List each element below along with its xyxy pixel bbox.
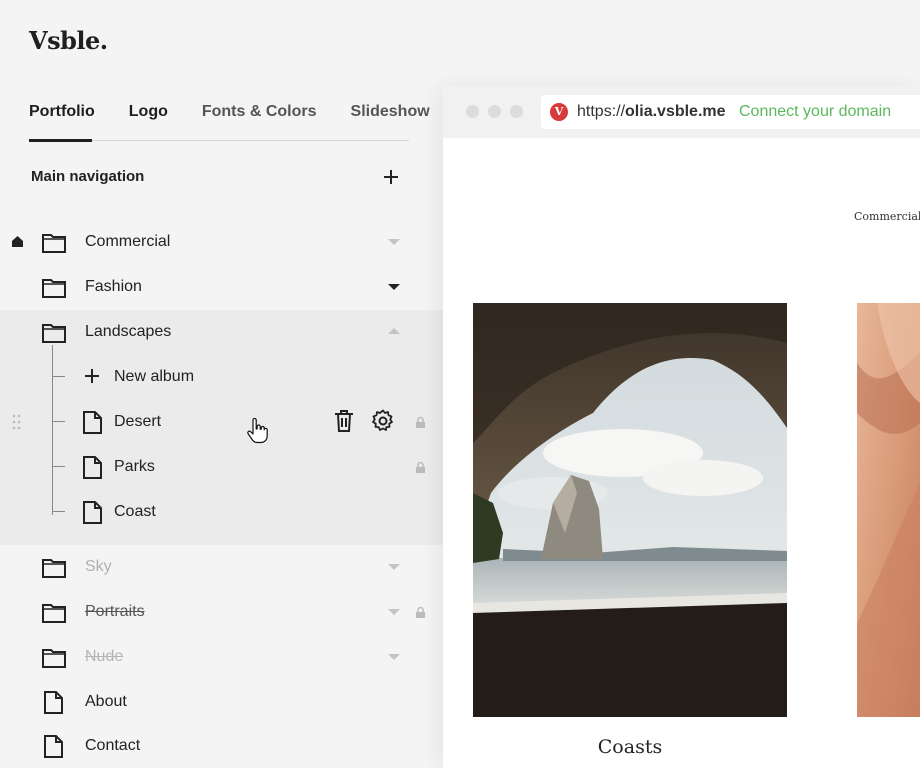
nav-item-label: Contact bbox=[85, 737, 141, 754]
trash-icon[interactable] bbox=[334, 410, 354, 432]
lock-icon bbox=[416, 417, 425, 428]
nav-item-coast[interactable]: Coast bbox=[0, 490, 443, 534]
connect-domain-link[interactable]: Connect your domain bbox=[739, 103, 891, 121]
plus-icon bbox=[85, 369, 99, 383]
folder-icon bbox=[42, 649, 66, 668]
nav-item-contact[interactable]: Contact bbox=[0, 724, 443, 768]
album-cover-image[interactable] bbox=[857, 303, 920, 717]
lock-icon bbox=[416, 607, 425, 618]
new-album-label: New album bbox=[114, 368, 195, 385]
chevron-down-icon[interactable] bbox=[388, 239, 400, 245]
chevron-down-icon[interactable] bbox=[388, 284, 400, 290]
tab-portfolio[interactable]: Portfolio bbox=[29, 100, 95, 142]
nav-item-portraits[interactable]: Portraits bbox=[0, 590, 443, 634]
site-url[interactable]: https://olia.vsble.me bbox=[577, 103, 726, 121]
desert-photo bbox=[857, 303, 920, 717]
page-icon bbox=[44, 735, 63, 758]
page-icon bbox=[83, 456, 102, 479]
nav-item-label: Sky bbox=[85, 558, 112, 575]
active-tab-indicator bbox=[29, 139, 92, 142]
hand-cursor-icon bbox=[247, 418, 268, 444]
nav-item-label: Coast bbox=[114, 503, 156, 520]
nav-item-label: Portraits bbox=[85, 603, 145, 620]
page-icon bbox=[83, 411, 102, 434]
folder-icon bbox=[42, 279, 66, 298]
nav-item-parks[interactable]: Parks bbox=[0, 445, 443, 489]
browser-chrome: V https://olia.vsble.me Connect your dom… bbox=[443, 86, 920, 138]
site-nav-item[interactable]: Commercial bbox=[854, 210, 920, 223]
vsble-favicon-icon: V bbox=[550, 103, 568, 121]
tab-fonts-colors[interactable]: Fonts & Colors bbox=[202, 100, 317, 142]
nav-item-about[interactable]: About bbox=[0, 680, 443, 724]
gear-icon[interactable] bbox=[371, 409, 395, 433]
nav-item-landscapes[interactable]: Landscapes bbox=[0, 310, 443, 354]
tab-logo[interactable]: Logo bbox=[129, 100, 168, 142]
chevron-down-icon[interactable] bbox=[388, 564, 400, 570]
nav-item-label: About bbox=[85, 693, 127, 710]
coast-photo bbox=[473, 303, 787, 717]
album-caption: Coasts bbox=[597, 736, 663, 758]
add-navigation-item-button[interactable] bbox=[383, 164, 399, 191]
folder-icon bbox=[42, 234, 66, 253]
nav-item-label: Commercial bbox=[85, 233, 171, 250]
site-preview-window: V https://olia.vsble.me Connect your dom… bbox=[443, 86, 920, 768]
url-host: olia.vsble.me bbox=[625, 103, 726, 120]
nav-item-label: Parks bbox=[114, 458, 155, 475]
nav-item-fashion[interactable]: Fashion bbox=[0, 265, 443, 309]
page-icon bbox=[83, 501, 102, 524]
nav-item-commercial[interactable]: Commercial bbox=[0, 220, 443, 264]
main-navigation-title: Main navigation bbox=[31, 168, 145, 185]
page-icon bbox=[44, 691, 63, 714]
new-album-button[interactable]: New album bbox=[0, 355, 443, 399]
lock-icon bbox=[416, 462, 425, 473]
drag-handle-icon[interactable] bbox=[12, 414, 22, 430]
url-prefix: https:// bbox=[577, 103, 626, 120]
home-icon bbox=[12, 236, 23, 247]
nav-item-label: Nude bbox=[85, 648, 124, 665]
plus-icon bbox=[384, 170, 398, 184]
nav-item-desert[interactable]: Desert bbox=[0, 400, 443, 444]
folder-icon bbox=[42, 324, 66, 343]
nav-item-label: Desert bbox=[114, 413, 162, 430]
chevron-down-icon[interactable] bbox=[388, 609, 400, 615]
album-cover-image[interactable] bbox=[473, 303, 787, 717]
vsble-logo: Vsble. bbox=[29, 26, 108, 55]
tab-bar: Portfolio Logo Fonts & Colors Slideshow bbox=[29, 100, 464, 142]
address-bar[interactable]: V https://olia.vsble.me Connect your dom… bbox=[541, 95, 920, 129]
nav-item-sky[interactable]: Sky bbox=[0, 545, 443, 589]
nav-item-label: Fashion bbox=[85, 278, 142, 295]
nav-item-label: Landscapes bbox=[85, 323, 172, 340]
chevron-down-icon[interactable] bbox=[388, 654, 400, 660]
window-dot bbox=[466, 105, 479, 118]
tab-slideshow[interactable]: Slideshow bbox=[351, 100, 430, 142]
window-dot bbox=[510, 105, 523, 118]
folder-icon bbox=[42, 604, 66, 623]
folder-icon bbox=[42, 559, 66, 578]
nav-item-nude[interactable]: Nude bbox=[0, 635, 443, 679]
chevron-up-icon[interactable] bbox=[388, 328, 400, 334]
window-dot bbox=[488, 105, 501, 118]
